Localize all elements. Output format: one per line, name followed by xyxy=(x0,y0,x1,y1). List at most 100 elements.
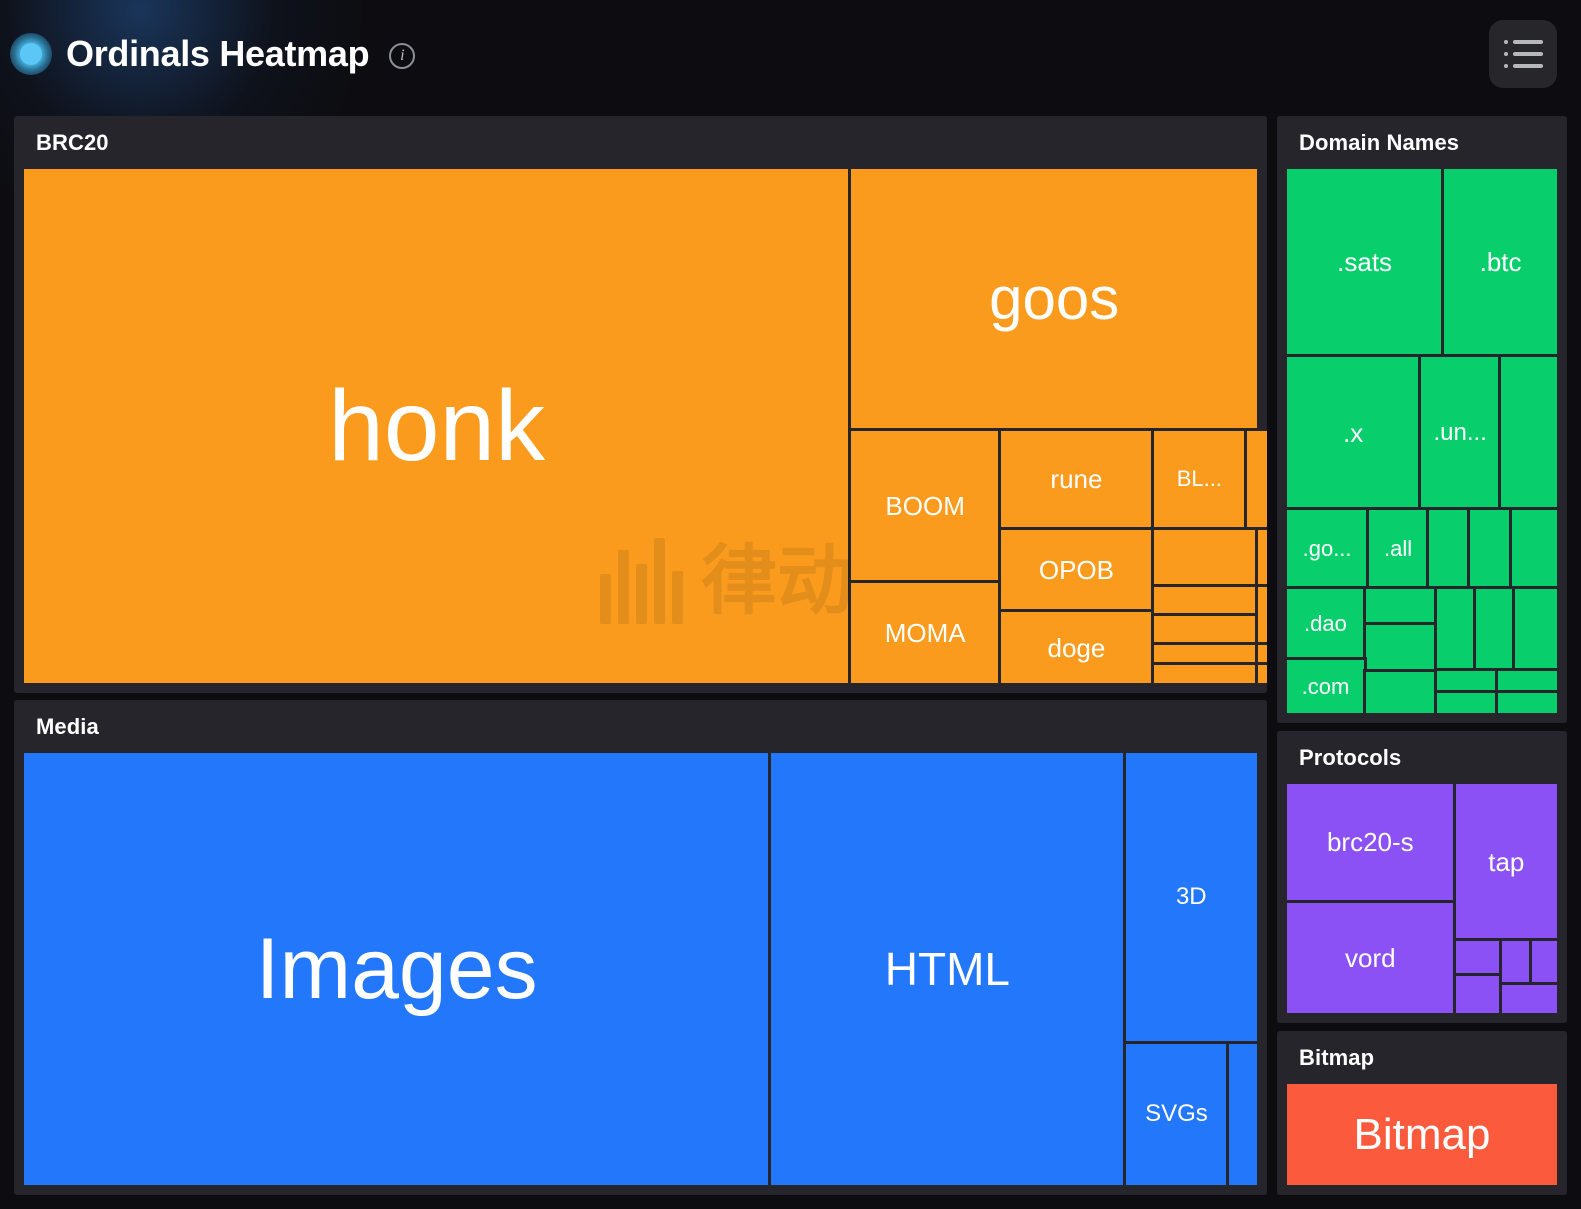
treemap-cell-label: .com xyxy=(1301,673,1350,699)
panel-media: Media Images HTML 3D SVGs xyxy=(14,700,1267,1195)
treemap-cell-label: doge xyxy=(1047,632,1106,663)
heatmap-board: BRC20 honk goos BOOM MOMA rune OPOB doge BL... … xyxy=(0,107,1581,1209)
page-title: Ordinals Heatmap xyxy=(66,32,370,74)
treemap-cell[interactable] xyxy=(1528,938,1560,986)
treemap-cell[interactable] xyxy=(1425,507,1472,591)
treemap-cell-btc[interactable]: .btc xyxy=(1441,165,1560,359)
panel-title-protocols: Protocols xyxy=(1299,745,1402,770)
app-header: Ordinals Heatmap i xyxy=(0,0,1581,107)
treemap-cell-label: .x xyxy=(1343,417,1364,448)
treemap-cell[interactable] xyxy=(1498,938,1533,986)
treemap-cell-label: MOMA xyxy=(884,618,966,649)
treemap-cell-go[interactable]: .go... xyxy=(1283,507,1371,591)
treemap-cell[interactable] xyxy=(1151,526,1259,589)
treemap-cell-label: HTML xyxy=(884,943,1010,995)
ordinals-logo-dot-icon xyxy=(10,32,52,75)
panel-title-bitmap: Bitmap xyxy=(1299,1045,1375,1070)
info-icon[interactable]: i xyxy=(389,42,416,69)
treemap-cell[interactable] xyxy=(1254,642,1267,667)
treemap-cell-label: .all xyxy=(1383,535,1413,561)
treemap-cell-label: vord xyxy=(1345,942,1396,973)
treemap-cell-opob[interactable]: OPOB xyxy=(997,526,1156,614)
treemap-cell[interactable] xyxy=(1151,642,1259,667)
treemap-cell-html[interactable]: HTML xyxy=(768,750,1127,1188)
treemap-cell-label: .un... xyxy=(1433,418,1487,446)
treemap-cell[interactable] xyxy=(1254,526,1267,589)
treemap-cell-bitmap[interactable]: Bitmap xyxy=(1284,1081,1560,1188)
treemap-bitmap: Bitmap xyxy=(1284,1081,1560,1188)
treemap-cell-un[interactable]: .un... xyxy=(1418,354,1503,512)
panel-title-domain-names: Domain Names xyxy=(1299,130,1460,155)
treemap-cell-x[interactable]: .x xyxy=(1283,354,1423,512)
panel-bitmap: Bitmap Bitmap xyxy=(1277,1031,1567,1195)
treemap-cell-dao[interactable]: .dao xyxy=(1284,586,1367,662)
treemap-protocols: brc20-s vord tap xyxy=(1284,780,1560,1016)
treemap-cell-label: BL... xyxy=(1176,466,1222,492)
treemap-cell-label: tap xyxy=(1488,846,1525,877)
treemap-cell-label: goos xyxy=(989,265,1120,333)
treemap-cell-label: .sats xyxy=(1337,247,1393,278)
treemap-cell[interactable] xyxy=(1254,662,1267,686)
treemap-brc20: honk goos BOOM MOMA rune OPOB doge BL... xyxy=(20,165,1267,686)
treemap-cell[interactable] xyxy=(1494,668,1560,695)
treemap-cell-label: OPOB xyxy=(1038,554,1114,585)
treemap-cell-doge[interactable]: doge xyxy=(997,609,1156,686)
panel-domain-names: Domain Names .sats .btc .x .un... .go... .all… xyxy=(1277,116,1567,723)
treemap-cell-label: .dao xyxy=(1304,610,1347,636)
treemap-media: Images HTML 3D SVGs xyxy=(20,750,1260,1188)
treemap-cell-label: 3D xyxy=(1175,883,1207,911)
treemap-cell-label: BOOM xyxy=(885,491,965,522)
menu-line-3 xyxy=(1503,63,1543,68)
treemap-cell-label: honk xyxy=(328,370,546,482)
treemap-cell-sats[interactable]: .sats xyxy=(1283,165,1446,359)
treemap-cell[interactable] xyxy=(1362,586,1438,627)
treemap-cell[interactable] xyxy=(1452,972,1503,1016)
treemap-cell-tap[interactable]: tap xyxy=(1452,780,1560,943)
treemap-cell-goos[interactable]: goos xyxy=(848,165,1260,433)
panel-title-brc20: BRC20 xyxy=(36,130,109,155)
treemap-cell-com[interactable]: .com xyxy=(1284,657,1367,716)
treemap-cell[interactable] xyxy=(1511,586,1560,673)
treemap-cell-label: brc20-s xyxy=(1326,827,1414,858)
treemap-cell-vord[interactable]: vord xyxy=(1284,899,1457,1016)
treemap-cell[interactable] xyxy=(1473,586,1516,673)
treemap-cell-honk[interactable]: honk xyxy=(20,166,853,686)
panel-brc20: BRC20 honk goos BOOM MOMA rune OPOB doge BL... xyxy=(14,116,1267,693)
treemap-cell[interactable] xyxy=(1498,981,1560,1016)
treemap-cell[interactable] xyxy=(1243,428,1267,531)
left-column: BRC20 honk goos BOOM MOMA rune OPOB doge BL... … xyxy=(14,116,1267,1195)
treemap-cell-images[interactable]: Images xyxy=(20,750,773,1188)
treemap-cell-boom[interactable]: BOOM xyxy=(848,428,1002,585)
ordinals-heatmap-app: Ordinals Heatmap i BRC20 honk goos BOOM MOM… xyxy=(0,0,1581,1209)
treemap-cell-svgs[interactable]: SVGs xyxy=(1122,1040,1231,1188)
treemap-cell[interactable] xyxy=(1151,662,1259,686)
treemap-cell-all[interactable]: .all xyxy=(1366,507,1430,591)
treemap-cell-moma[interactable]: MOMA xyxy=(848,580,1002,686)
treemap-cell[interactable] xyxy=(1467,507,1513,591)
treemap-cell-label: .btc xyxy=(1479,247,1522,278)
treemap-cell[interactable] xyxy=(1452,938,1503,977)
treemap-cell[interactable] xyxy=(1226,1040,1260,1188)
treemap-cell[interactable] xyxy=(1508,507,1560,591)
treemap-cell[interactable] xyxy=(1362,669,1438,716)
treemap-cell[interactable] xyxy=(1362,622,1438,674)
treemap-cell-bl[interactable]: BL... xyxy=(1151,428,1248,531)
panel-protocols: Protocols brc20-s vord tap xyxy=(1277,731,1567,1023)
right-column: Domain Names .sats .btc .x .un... .go... .all… xyxy=(1277,116,1567,1195)
treemap-cell-label: Bitmap xyxy=(1353,1109,1491,1159)
treemap-cell-rune[interactable]: rune xyxy=(997,428,1156,531)
treemap-cell[interactable] xyxy=(1433,690,1499,716)
menu-line-1 xyxy=(1503,39,1543,44)
menu-line-2 xyxy=(1503,51,1543,56)
treemap-cell-3d[interactable]: 3D xyxy=(1122,750,1260,1045)
list-menu-icon-button[interactable] xyxy=(1489,19,1557,88)
treemap-cell-brc20s[interactable]: brc20-s xyxy=(1284,781,1457,904)
treemap-cell[interactable] xyxy=(1494,690,1560,716)
treemap-cell[interactable] xyxy=(1498,354,1560,512)
treemap-cell[interactable] xyxy=(1254,584,1267,647)
treemap-cell[interactable] xyxy=(1433,586,1478,673)
panel-title-media: Media xyxy=(36,714,99,739)
treemap-cell[interactable] xyxy=(1433,668,1499,695)
treemap-cell[interactable] xyxy=(1151,613,1259,647)
treemap-cell[interactable] xyxy=(1151,584,1259,618)
